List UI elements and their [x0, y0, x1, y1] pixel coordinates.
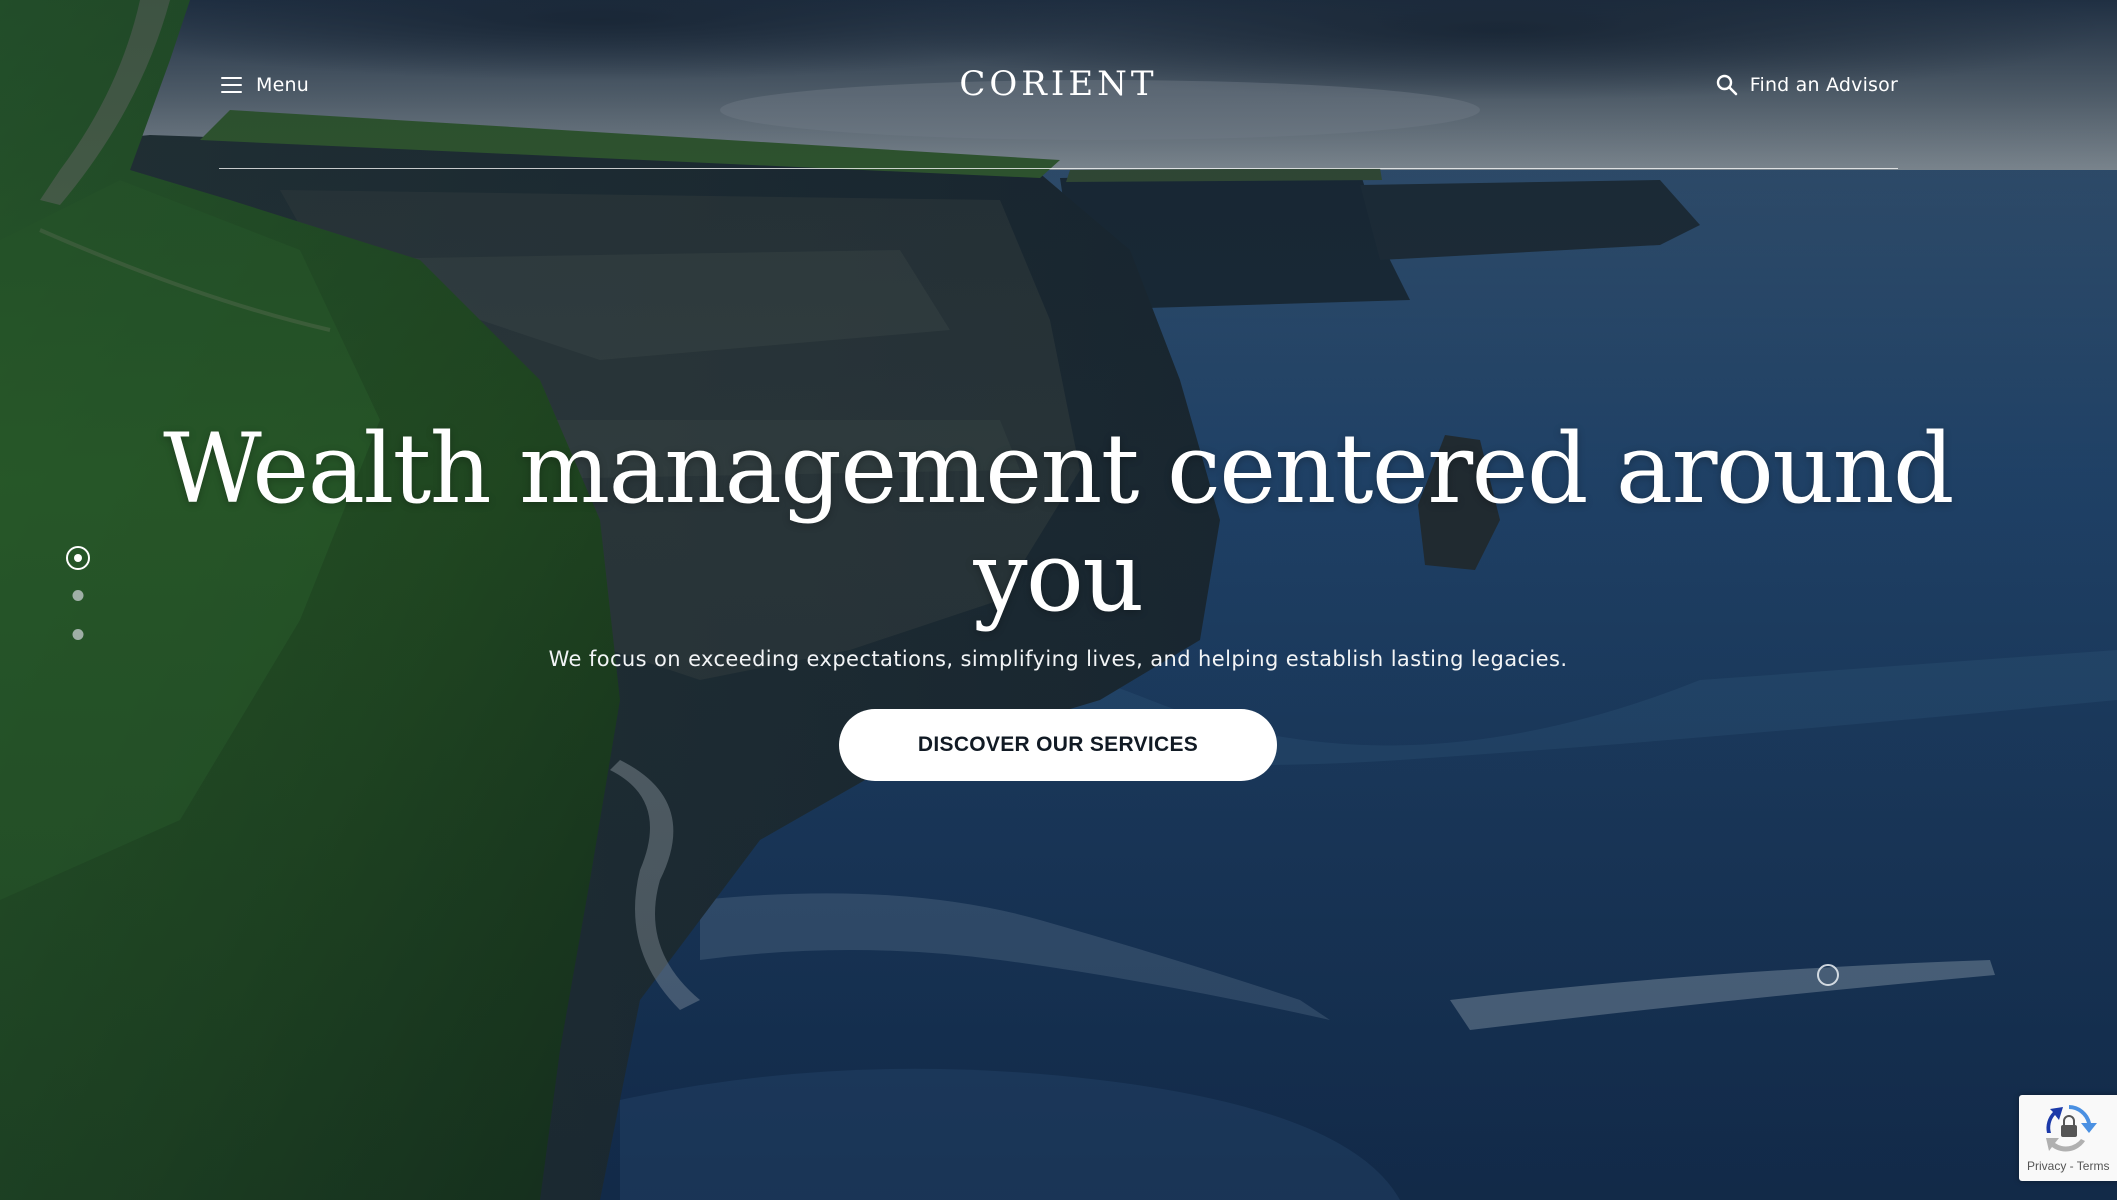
find-an-advisor-link[interactable]: Find an Advisor [1716, 70, 1898, 100]
discover-our-services-button[interactable]: DISCOVER OUR SERVICES [839, 709, 1277, 781]
slide-dot-1-active[interactable] [66, 546, 90, 570]
recaptcha-icon [2046, 1105, 2097, 1152]
recaptcha-terms-link[interactable]: Terms [2077, 1159, 2110, 1173]
hero-section: Wealth management centered around you We… [158, 415, 1958, 781]
corient-logo[interactable]: CORIENT [219, 64, 1898, 104]
site-header: Menu CORIENT Find an Advisor [219, 0, 1898, 169]
hotspot-ring[interactable] [1817, 964, 1839, 986]
find-an-advisor-label: Find an Advisor [1749, 74, 1898, 96]
recaptcha-badge[interactable]: Privacy - Terms [2019, 1095, 2117, 1181]
recaptcha-links: Privacy - Terms [2027, 1159, 2109, 1173]
page: Menu CORIENT Find an Advisor Wealth mana… [0, 0, 2117, 1200]
recaptcha-separator: - [2066, 1159, 2077, 1173]
recaptcha-privacy-link[interactable]: Privacy [2027, 1159, 2066, 1173]
search-icon [1716, 74, 1738, 96]
slide-dot-3[interactable] [72, 629, 84, 640]
slide-dot-2[interactable] [72, 590, 84, 601]
hero-title: Wealth management centered around you [163, 413, 1954, 633]
hero-subtitle: We focus on exceeding expectations, simp… [548, 647, 1568, 671]
